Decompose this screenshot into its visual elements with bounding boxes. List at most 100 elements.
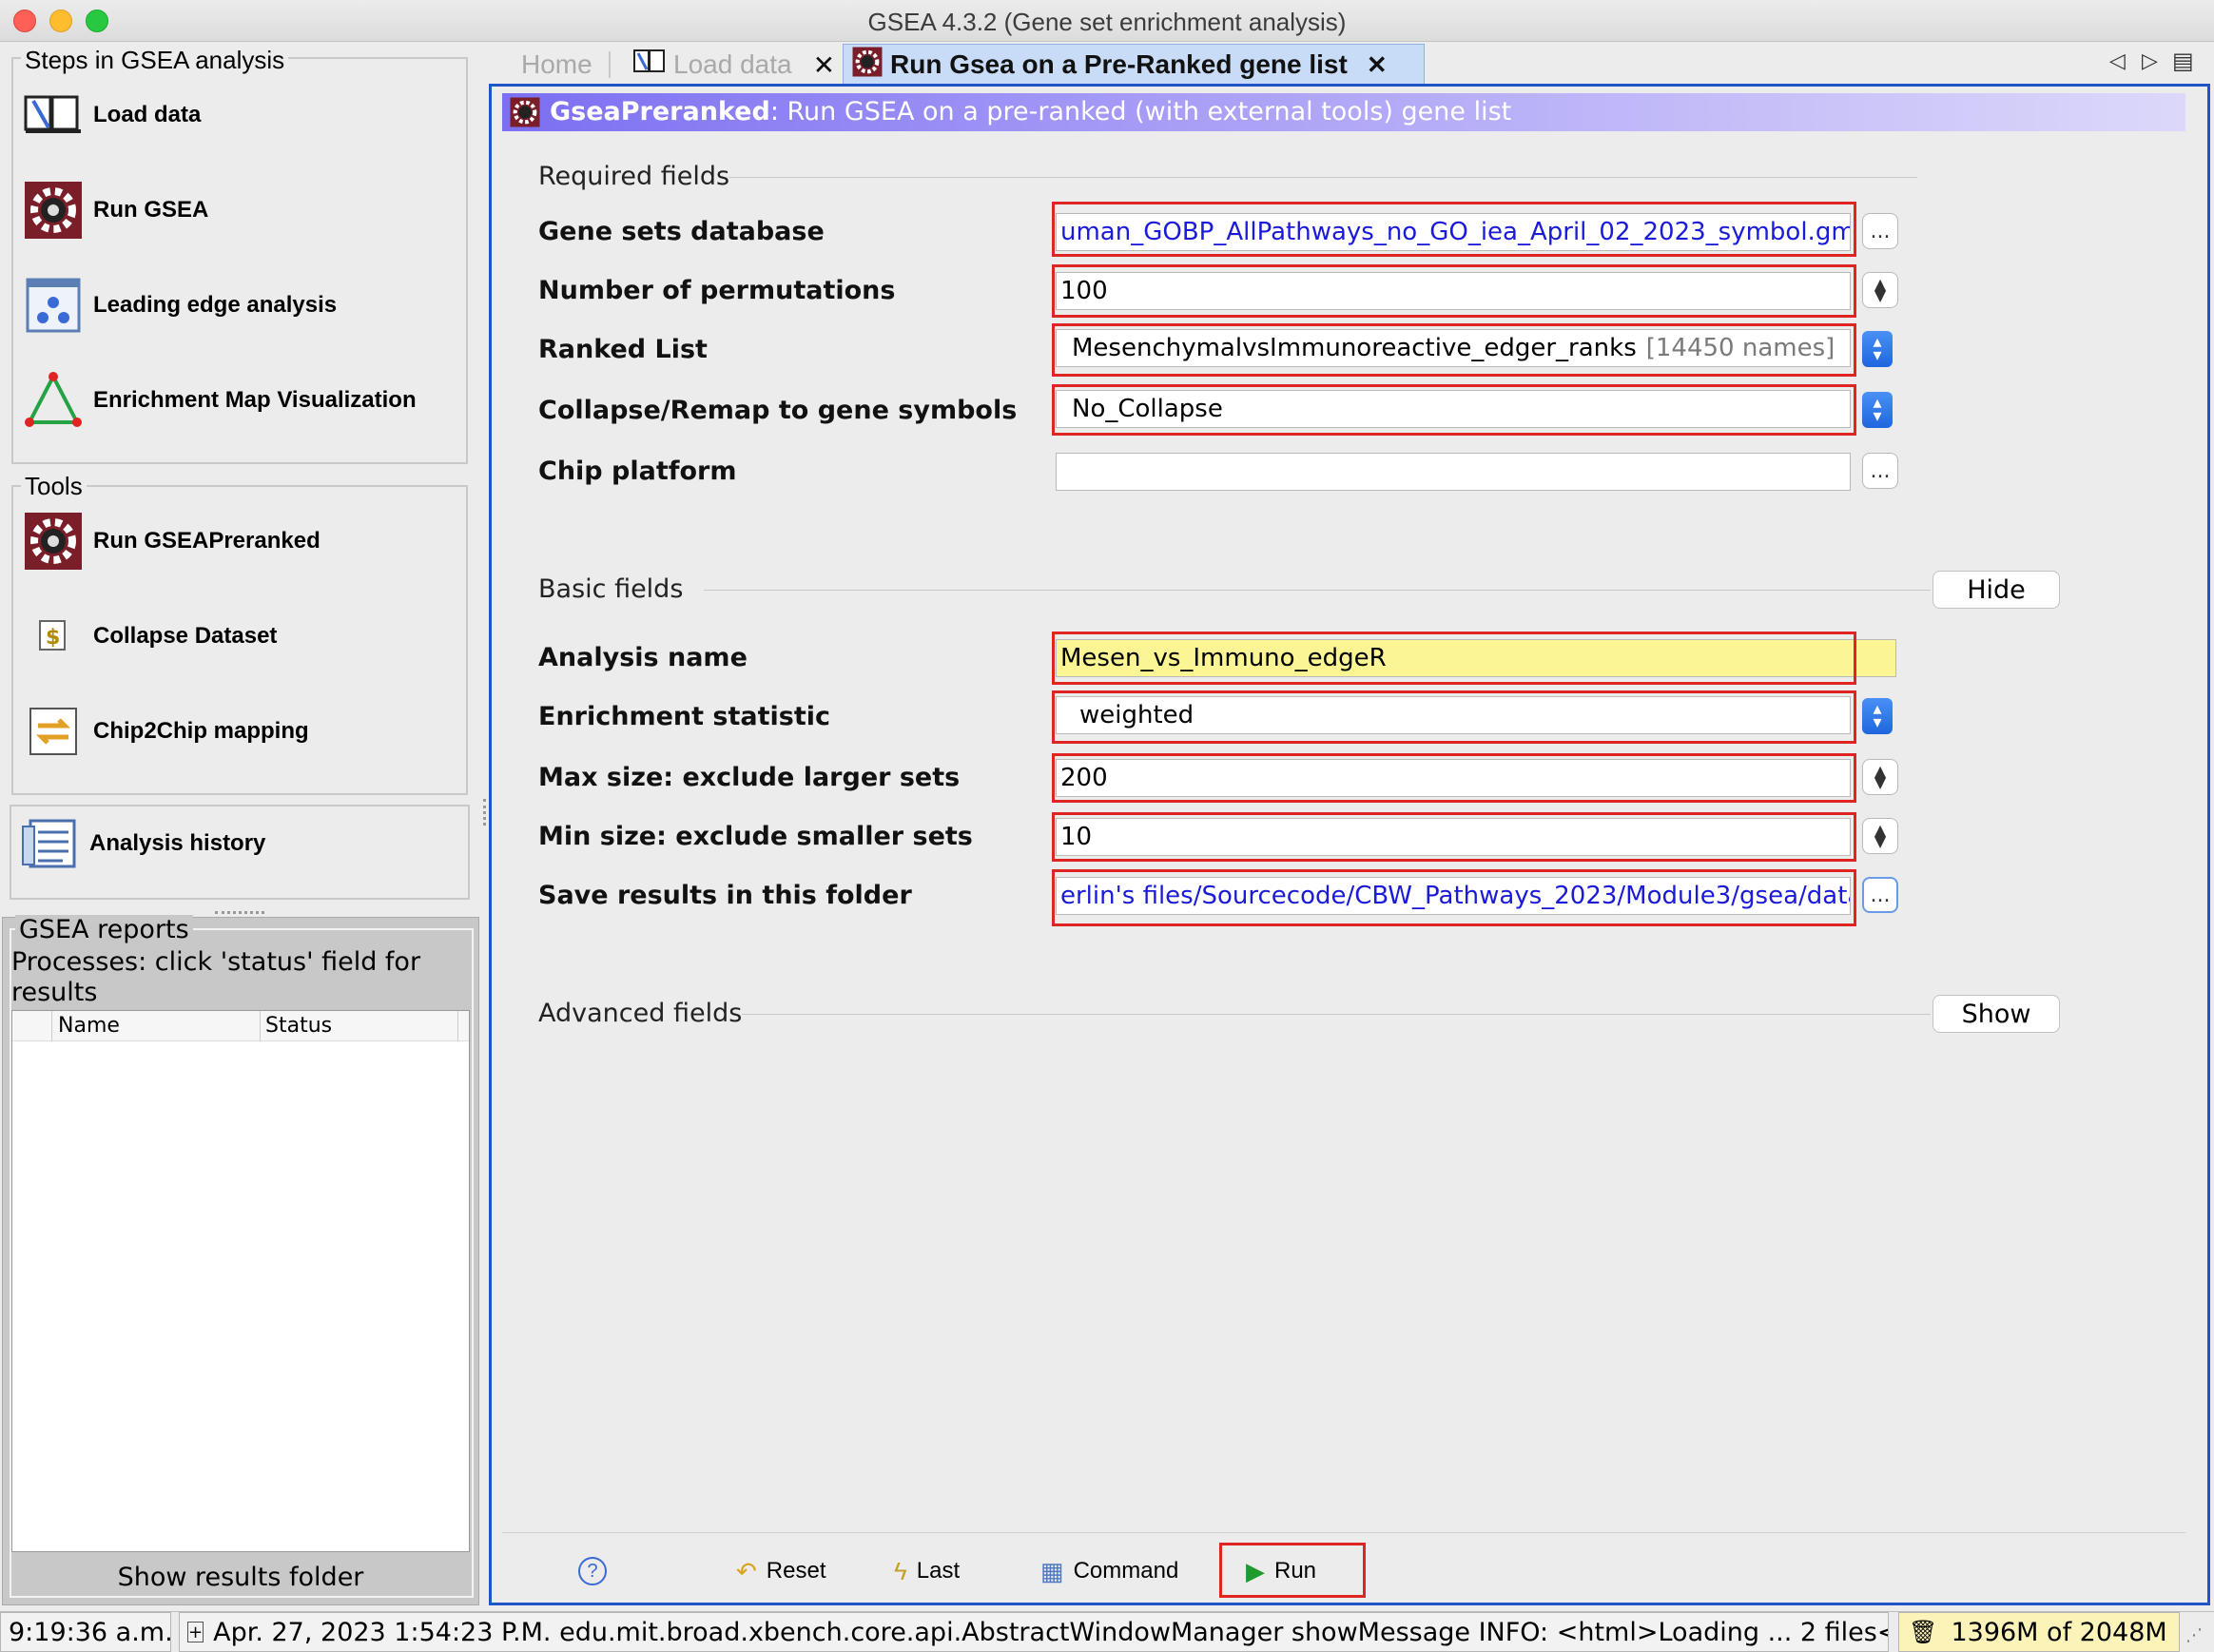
max-size-stepper[interactable]: ▲ ▼ <box>1862 759 1898 795</box>
nav-run-gseapreranked-label: Run GSEAPreranked <box>93 528 320 554</box>
max-size-field[interactable]: 200 <box>1056 759 1851 797</box>
enrichment-stat-select[interactable]: weighted <box>1056 696 1851 734</box>
hide-button[interactable]: Hide <box>1932 571 2060 609</box>
nav-collapse-dataset[interactable]: $ Collapse Dataset <box>23 603 277 670</box>
help-icon: ? <box>578 1557 607 1585</box>
nav-run-gseapreranked[interactable]: Run GSEAPreranked <box>23 508 320 574</box>
save-folder-browse-button[interactable]: ... <box>1862 877 1898 913</box>
chip-platform-label: Chip platform <box>538 457 737 486</box>
ranked-list-dropdown-icon[interactable]: ▴ ▾ <box>1862 331 1893 367</box>
save-folder-field[interactable]: erlin's files/Sourcecode/CBW_Pathways_20… <box>1056 877 1851 915</box>
tab-load-data[interactable]: Load data ✕ <box>633 48 835 82</box>
expand-icon[interactable]: + <box>187 1622 204 1642</box>
last-button[interactable]: ϟ Last <box>894 1550 960 1592</box>
tab-list-icon[interactable]: ▤ <box>2172 48 2194 74</box>
status-message: Apr. 27, 2023 1:54:23 P.M. edu.mit.broad… <box>213 1617 1889 1647</box>
reset-button[interactable]: ↶ Reset <box>736 1550 826 1592</box>
gear-icon <box>23 511 84 572</box>
min-size-stepper[interactable]: ▲ ▼ <box>1862 818 1898 854</box>
nav-collapse-dataset-label: Collapse Dataset <box>93 623 278 649</box>
gene-sets-field[interactable]: uman_GOBP_AllPathways_no_GO_iea_April_02… <box>1056 213 1851 251</box>
max-size-label: Max size: exclude larger sets <box>538 763 961 792</box>
required-section-divider <box>728 177 1917 178</box>
panel-header-text: GseaPreranked: Run GSEA on a pre-ranked … <box>550 97 1511 126</box>
chevron-down-icon[interactable]: ▼ <box>1874 288 1886 303</box>
reset-icon: ↶ <box>736 1556 757 1585</box>
ranked-list-label: Ranked List <box>538 335 708 364</box>
chip-platform-field[interactable] <box>1056 453 1851 491</box>
tab-home-label: Home <box>521 49 592 79</box>
ranked-list-select[interactable]: MesenchymalvsImmunoreactive_edger_ranks … <box>1056 329 1851 367</box>
collapse-label: Collapse/Remap to gene symbols <box>538 396 1018 425</box>
tab-scroll-right-icon[interactable]: ▷ <box>2142 49 2158 73</box>
chevron-down-icon[interactable]: ▼ <box>1874 834 1886 849</box>
analysis-name-label: Analysis name <box>538 643 748 672</box>
min-size-field[interactable]: 10 <box>1056 818 1851 856</box>
permutations-label: Number of permutations <box>538 276 896 305</box>
svg-text:$: $ <box>46 626 60 650</box>
nav-run-gsea[interactable]: Run GSEA <box>23 177 208 243</box>
triangle-network-icon <box>23 370 84 431</box>
show-results-folder-button[interactable]: Show results folder <box>11 1558 470 1596</box>
leading-edge-icon <box>23 275 84 336</box>
nav-analysis-history[interactable]: Analysis history <box>19 810 265 877</box>
tab-run-gsea-preranked[interactable]: Run Gsea on a Pre-Ranked gene list ✕ <box>852 47 1388 84</box>
ranked-list-count: [14450 names] <box>1645 334 1835 362</box>
enrichment-stat-dropdown-icon[interactable]: ▴ ▾ <box>1862 698 1893 734</box>
nav-enrichment-map-label: Enrichment Map Visualization <box>93 387 417 413</box>
tab-load-data-label: Load data <box>673 49 792 79</box>
status-message-bar[interactable]: + Apr. 27, 2023 1:54:23 P.M. edu.mit.bro… <box>179 1612 1889 1652</box>
command-window-icon: ▦ <box>1040 1556 1064 1585</box>
memory-usage: 1396M of 2048M <box>1951 1617 2167 1647</box>
tab-separator <box>609 51 611 78</box>
tab-run-gsea-preranked-label: Run Gsea on a Pre-Ranked gene list <box>890 49 1348 79</box>
trash-icon[interactable]: 🗑 <box>1909 1619 1937 1645</box>
history-list-icon <box>19 813 80 874</box>
collapse-select[interactable]: No_Collapse <box>1056 390 1851 428</box>
column-name[interactable]: Name <box>58 1014 120 1038</box>
last-icon: ϟ <box>894 1556 907 1585</box>
gene-sets-browse-button[interactable]: ... <box>1862 213 1898 249</box>
required-section-title: Required fields <box>538 162 730 191</box>
collapse-icon: $ <box>23 606 84 667</box>
save-folder-label: Save results in this folder <box>538 881 912 910</box>
collapse-dropdown-icon[interactable]: ▴ ▾ <box>1862 392 1893 428</box>
nav-enrichment-map[interactable]: Enrichment Map Visualization <box>23 367 417 434</box>
status-bar: 9:19:36 a.m. + Apr. 27, 2023 1:54:23 P.M… <box>0 1611 2214 1652</box>
help-button[interactable]: ? <box>578 1550 607 1592</box>
column-status[interactable]: Status <box>265 1014 332 1038</box>
permutations-stepper[interactable]: ▲ ▼ <box>1862 272 1898 308</box>
permutations-field[interactable]: 100 <box>1056 272 1851 310</box>
nav-analysis-history-label: Analysis history <box>89 830 266 856</box>
status-time: 9:19:36 a.m. <box>0 1612 171 1652</box>
chevron-down-icon[interactable]: ▼ <box>1874 775 1886 790</box>
nav-leading-edge[interactable]: Leading edge analysis <box>23 272 337 339</box>
window-title: GSEA 4.3.2 (Gene set enrichment analysis… <box>867 8 1347 36</box>
run-button[interactable]: ▶ Run <box>1246 1550 1316 1592</box>
gear-icon <box>852 47 883 84</box>
analysis-name-field[interactable]: Mesen_vs_Immuno_edgeR <box>1056 639 1896 677</box>
panel-header-rest: : Run GSEA on a pre-ranked (with externa… <box>769 97 1512 126</box>
command-button[interactable]: ▦ Command <box>1040 1550 1178 1592</box>
resize-grip-icon[interactable]: ⋰ <box>2185 1625 2203 1645</box>
close-icon[interactable]: ✕ <box>1367 50 1388 80</box>
show-advanced-button[interactable]: Show <box>1932 995 2060 1033</box>
panel-header-bold: GseaPreranked <box>550 97 770 126</box>
gear-icon <box>23 180 84 241</box>
reports-table-header: Name Status <box>12 1011 469 1041</box>
min-size-label: Min size: exclude smaller sets <box>538 822 973 851</box>
tab-scroll-left-icon[interactable]: ◁ <box>2109 49 2126 73</box>
nav-chip2chip-label: Chip2Chip mapping <box>93 718 309 744</box>
vertical-splitter-grip[interactable] <box>483 799 487 826</box>
splitter-grip[interactable] <box>215 911 264 915</box>
reports-subtitle: Processes: click 'status' field for resu… <box>11 947 421 1007</box>
close-icon[interactable]: ✕ <box>813 49 835 81</box>
panel-header: GseaPreranked: Run GSEA on a pre-ranked … <box>502 93 2185 131</box>
tab-home[interactable]: Home <box>521 48 592 82</box>
nav-chip2chip[interactable]: Chip2Chip mapping <box>23 698 309 765</box>
chip-platform-browse-button[interactable]: ... <box>1862 453 1898 489</box>
window-title-bar: GSEA 4.3.2 (Gene set enrichment analysis… <box>0 0 2214 42</box>
nav-load-data[interactable]: Load data <box>23 82 201 148</box>
advanced-section-divider <box>742 1014 1931 1015</box>
memory-indicator[interactable]: 🗑 1396M of 2048M <box>1898 1612 2180 1652</box>
